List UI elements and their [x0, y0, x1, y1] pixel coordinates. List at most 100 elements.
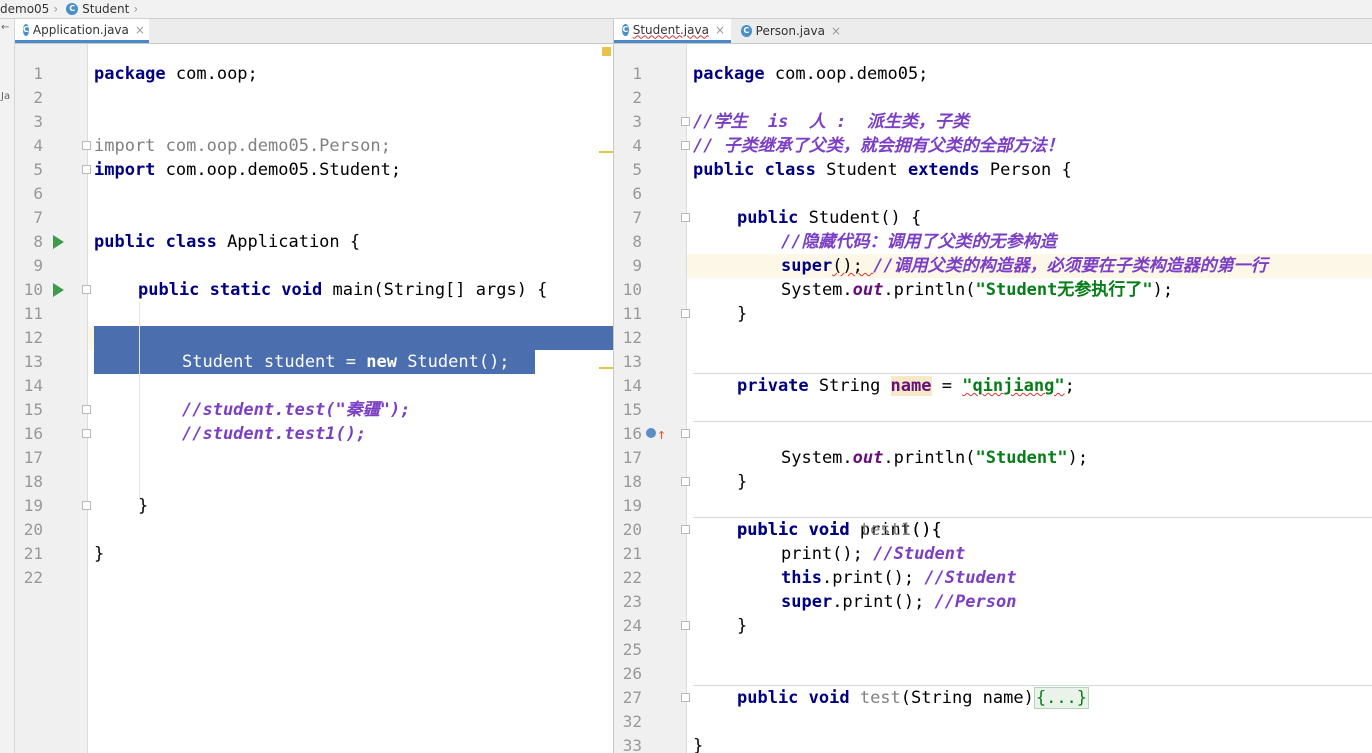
fold-marker-icon[interactable]	[82, 165, 91, 174]
code-line: 2	[632, 88, 642, 107]
code-line: 16 ↑ public void print(){	[622, 422, 942, 540]
fold-marker-icon[interactable]	[681, 429, 690, 438]
code-line: 12	[23, 328, 43, 347]
run-icon[interactable]	[53, 235, 64, 249]
tab-bar-left: C Application.java ×	[15, 19, 613, 44]
code-line: 11	[23, 304, 43, 323]
code-line: 21 print(); //Student	[622, 544, 966, 564]
code-line: 13 Student student = new Student();	[23, 352, 510, 372]
code-line: 17	[23, 448, 43, 467]
code-line: 14	[23, 376, 43, 395]
class-icon: C	[23, 23, 29, 36]
up-arrow-icon[interactable]: ↑	[657, 422, 666, 446]
code-line: 23 super.print(); //Person	[622, 592, 1017, 612]
breadcrumb: demo05 › C Student ›	[0, 0, 1372, 19]
code-line: 11}	[622, 304, 748, 324]
tab-student-java[interactable]: C Student.java ×	[614, 19, 731, 43]
class-icon: C	[622, 23, 629, 36]
breadcrumb-package[interactable]: demo05 ›	[0, 2, 64, 16]
fold-marker-icon[interactable]	[681, 693, 690, 702]
code-line: 5 import com.oop.demo05.Student;	[33, 160, 402, 180]
code-line: 4 import com.oop.demo05.Person;	[33, 136, 391, 156]
code-line: 8//隐藏代码：调用了父类的无参构造	[632, 232, 1057, 252]
code-line: 10 System.out.println("Student无参执行了");	[622, 280, 1174, 300]
breadcrumb-package-label: demo05	[0, 2, 50, 16]
code-line: 21}	[23, 544, 105, 564]
code-line: 6	[33, 184, 43, 203]
code-line: 1 package com.oop;	[33, 64, 258, 84]
code-line: 22 this.print(); //Student	[622, 568, 1017, 588]
code-line: 26	[622, 664, 642, 683]
code-line: 25	[622, 640, 642, 659]
code-line: 18}	[622, 472, 748, 492]
fold-marker-icon[interactable]	[681, 309, 690, 318]
tab-label: Student.java	[632, 22, 709, 37]
folded-code-block[interactable]: {...}	[1033, 687, 1090, 709]
code-line: 15//student.test("秦疆");	[23, 400, 411, 420]
close-icon[interactable]: ×	[715, 23, 725, 37]
code-line: 22	[23, 568, 43, 587]
fold-marker-icon[interactable]	[82, 501, 91, 510]
class-icon: C	[66, 3, 79, 15]
code-line: 33}	[622, 736, 704, 753]
code-line: 24}	[622, 616, 748, 636]
class-icon: C	[741, 25, 752, 37]
fold-marker-icon[interactable]	[681, 621, 690, 630]
back-arrow-icon[interactable]: ←	[1, 22, 9, 33]
close-icon[interactable]: ×	[831, 24, 841, 38]
tab-label: Person.java	[755, 24, 825, 38]
code-line: 27 public void test(String name) {...}	[622, 687, 1090, 709]
breadcrumb-class-label: Student	[82, 2, 130, 16]
code-line: 20	[23, 520, 43, 539]
fold-marker-icon[interactable]	[82, 285, 91, 294]
code-line: 10 public static void main(String[] args)…	[23, 280, 548, 300]
code-line: 13	[622, 352, 642, 371]
tab-bar-right: C Student.java × C Person.java ×	[614, 19, 1372, 44]
scroll-marker[interactable]	[599, 367, 613, 369]
close-icon[interactable]: ×	[135, 23, 145, 37]
code-line: 17 System.out.println("Student");	[622, 448, 1089, 468]
code-line: 9	[33, 256, 43, 275]
fold-marker-icon[interactable]	[681, 141, 690, 150]
tool-window-strip: ← Ja	[0, 19, 15, 753]
code-line: 19}	[23, 496, 149, 516]
code-line: 9 super(); //调用父类的构造器，必须要在子类构造器的第一行	[632, 256, 1268, 276]
code-line: 15	[622, 400, 642, 419]
code-line: 18	[23, 472, 43, 491]
fold-marker-icon[interactable]	[681, 213, 690, 222]
code-line: 6	[632, 184, 642, 203]
code-line: 7	[33, 208, 43, 227]
project-tool-label[interactable]: Ja	[1, 91, 10, 102]
fold-marker-icon[interactable]	[82, 405, 91, 414]
code-line: 19	[622, 496, 642, 515]
code-line: 3	[33, 112, 43, 131]
breadcrumb-class[interactable]: C Student ›	[64, 2, 144, 16]
code-line: 7 public Student() {	[632, 208, 922, 228]
fold-marker-icon[interactable]	[681, 525, 690, 534]
code-line: 20 public void test1(){	[622, 520, 942, 540]
fold-marker-icon[interactable]	[82, 429, 91, 438]
fold-marker-icon[interactable]	[681, 477, 690, 486]
fold-marker-icon[interactable]	[82, 141, 91, 150]
editor-pane-right: C Student.java × C Person.java × 1 packag…	[614, 19, 1372, 753]
code-line: 2	[33, 88, 43, 107]
code-line: 12	[622, 328, 642, 347]
scroll-marker[interactable]	[599, 151, 613, 153]
run-icon[interactable]	[53, 283, 64, 297]
code-editor-right[interactable]: 1 package com.oop.demo05; 2 3//学生 is 人 : …	[614, 44, 1372, 753]
fold-marker-icon[interactable]	[681, 117, 690, 126]
tab-label: Application.java	[32, 22, 129, 37]
code-editor-left[interactable]: 1 package com.oop; 2 3 4 import com.oop.de…	[15, 44, 613, 753]
code-line: 14 private String name = "qinjiang";	[622, 376, 1075, 396]
override-icon[interactable]	[646, 428, 656, 438]
code-line: 8 public class Application {	[33, 232, 361, 252]
editor-pane-left: C Application.java × 1 package com.oop; 2…	[15, 19, 613, 753]
code-line: 5 public class Student extends Person {	[632, 160, 1072, 180]
code-line: 1 package com.oop.demo05;	[632, 64, 929, 84]
warning-marker-icon[interactable]	[602, 47, 611, 56]
code-line: 4// 子类继承了父类，就会拥有父类的全部方法！	[632, 136, 1064, 156]
code-line: 32	[622, 712, 642, 731]
tab-application-java[interactable]: C Application.java ×	[15, 19, 149, 43]
code-line: 3//学生 is 人 : 派生类，子类	[632, 112, 969, 132]
tab-person-java[interactable]: C Person.java ×	[733, 19, 847, 43]
